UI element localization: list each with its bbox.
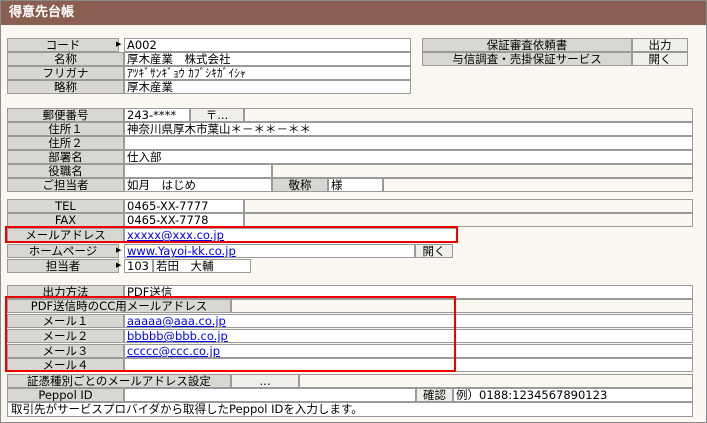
cc-mail2-field[interactable]: bbbbb@bbb.co.jp [124,329,693,343]
short-name-field[interactable]: 厚木産業 [124,80,411,94]
postal-code-field[interactable]: 243-**** [124,108,190,122]
cc-mail2-label: メール２ [7,329,124,343]
window-title: 得意先台帳 [1,1,706,25]
address2-field[interactable] [124,136,693,150]
tel-filler [244,199,693,213]
credit-survey-open-button[interactable]: 開く [632,52,688,66]
cc-mail1-field[interactable]: aaaaa@aaa.co.jp [124,314,693,328]
honorific-field[interactable]: 様 [328,178,383,192]
cc-mail3-field[interactable]: ccccc@ccc.co.jp [124,344,693,358]
cc-mail3-link[interactable]: ccccc@ccc.co.jp [127,345,220,357]
department-label: 部署名 [7,150,124,164]
address1-label: 住所１ [7,122,124,136]
peppol-confirm-button[interactable]: 確認 [416,388,453,402]
tel-field[interactable]: 0465-XX-7777 [124,199,244,213]
code-arrow-icon: ▶ [116,40,122,48]
peppol-help-text: 取引先がサービスプロバイダから取得したPeppol IDを入力します。 [7,402,693,417]
homepage-label: ホームページ [7,244,119,258]
cc-mail1-link[interactable]: aaaaa@aaa.co.jp [127,315,226,327]
name-label: 名称 [7,52,124,66]
cc-mail2-link[interactable]: bbbbb@bbb.co.jp [127,330,228,342]
postal-code-label: 郵便番号 [7,108,124,122]
staff-arrow-icon: ▶ [116,261,122,269]
postal-row-filler [244,108,693,122]
postal-lookup-button[interactable]: 〒... [190,108,244,122]
output-method-field[interactable]: PDF送信 [124,285,693,299]
fax-label: FAX [7,213,124,227]
department-field[interactable]: 仕入部 [124,150,693,164]
furigana-label: フリガナ [7,66,124,80]
cc-mail1-label: メール１ [7,314,124,328]
homepage-link[interactable]: www.Yayoi-kk.co.jp [127,245,236,257]
guarantee-request-label: 保証審査依頼書 [422,38,632,52]
fax-field[interactable]: 0465-XX-7778 [124,213,244,227]
cc-mail3-label: メール３ [7,344,124,358]
credit-survey-label: 与信調査・売掛保証サービス [422,52,632,66]
job-title-filler [272,164,693,178]
address1-field[interactable]: 神奈川県厚木市葉山＊－＊＊－＊＊ [124,122,693,136]
tel-label: TEL [7,199,124,213]
honorific-label: 敬称 [272,178,328,192]
furigana-field[interactable]: ｱﾂｷﾞｻﾝｷﾞｮｳ ｶﾌﾞｼｷｶﾞｲｼｬ [124,66,411,80]
peppol-id-label: Peppol ID [7,388,124,402]
cc-email-header: PDF送信時のCC用メールアドレス [7,299,231,313]
email-label: メールアドレス [7,228,124,242]
staff-label: 担当者 [7,259,119,273]
homepage-open-button[interactable]: 開く [415,244,453,258]
voucher-email-settings-button[interactable]: ... [231,374,299,388]
guarantee-output-button[interactable]: 出力 [632,38,688,52]
contact-person-label: ご担当者 [7,178,124,192]
code-label: コード [7,38,119,52]
voucher-email-settings-label: 証憑種別ごとのメールアドレス設定 [7,374,231,388]
peppol-id-field[interactable] [124,388,416,402]
contact-person-field[interactable]: 如月 はじめ [124,178,272,192]
contact-filler [383,178,693,192]
email-field[interactable]: xxxxx@xxx.co.jp [124,228,457,242]
job-title-field[interactable] [124,164,272,178]
email-link[interactable]: xxxxx@xxx.co.jp [127,229,224,241]
homepage-field[interactable]: www.Yayoi-kk.co.jp [124,244,415,258]
output-method-label: 出力方法 [7,285,124,299]
peppol-example-text: 例）0188:1234567890123 [453,388,693,402]
cc-mail4-field[interactable] [124,358,693,372]
address2-label: 住所２ [7,136,124,150]
cc-header-filler [231,299,693,313]
staff-name-field: 若田 大輔 [153,259,251,273]
staff-code-field[interactable]: 103 [124,259,153,273]
customer-ledger-window: 得意先台帳 コード ▶ A002 名称 厚木産業 株式会社 フリガナ ｱﾂｷﾞｻ… [0,0,707,423]
name-field[interactable]: 厚木産業 株式会社 [124,52,411,66]
short-name-label: 略称 [7,80,124,94]
job-title-label: 役職名 [7,164,124,178]
cc-mail4-label: メール４ [7,358,124,372]
voucher-row-filler [299,374,693,388]
fax-filler [244,213,693,227]
homepage-arrow-icon: ▶ [116,246,122,254]
code-field[interactable]: A002 [124,38,411,52]
